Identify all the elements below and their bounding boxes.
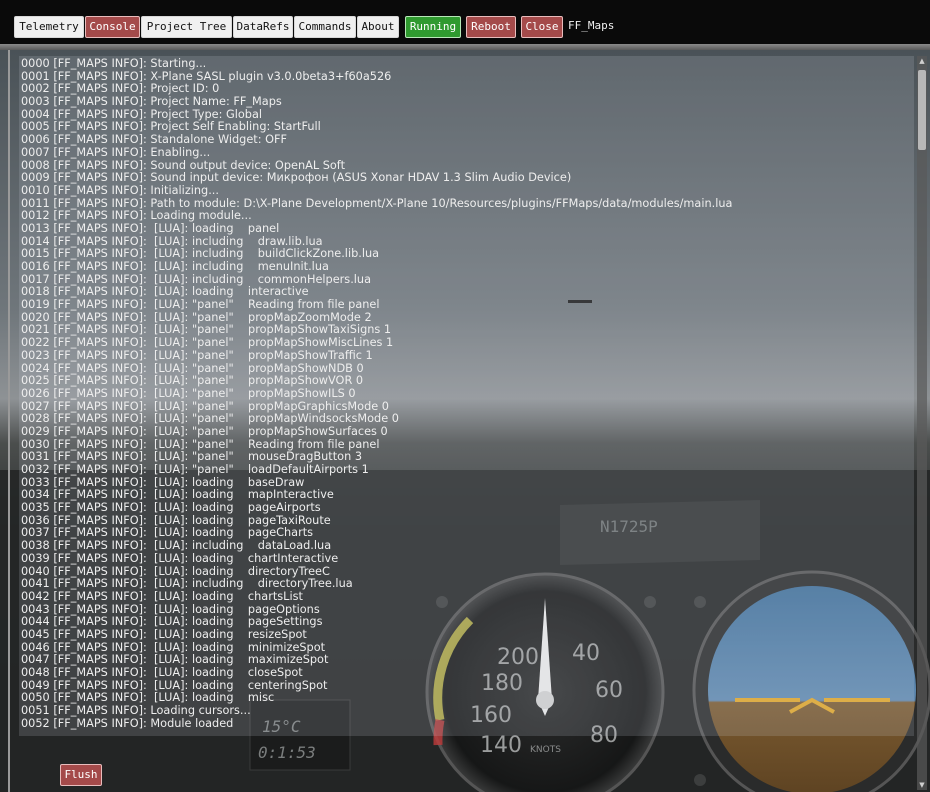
console-log-line: 0032 [FF_MAPS INFO]: [LUA]: "panel" load…	[21, 463, 369, 476]
console-scrollbar[interactable]: ▲ ▼	[917, 56, 927, 790]
console-log-line: 0013 [FF_MAPS INFO]: [LUA]: loading pane…	[21, 221, 280, 235]
scroll-up-arrow-icon[interactable]: ▲	[917, 56, 927, 66]
console-log-line: 0025 [FF_MAPS INFO]: [LUA]: "panel" prop…	[21, 374, 364, 388]
console-log-line: 0042 [FF_MAPS INFO]: [LUA]: loading char…	[21, 589, 303, 603]
console-log-line: 0016 [FF_MAPS INFO]: [LUA]: including me…	[21, 260, 329, 273]
tab-project-tree[interactable]: Project Tree	[141, 16, 232, 38]
plugin-name-label: FF_Maps	[568, 19, 615, 32]
console-log-line: 0007 [FF_MAPS INFO]: Enabling...	[21, 145, 211, 159]
console-log-line: 0041 [FF_MAPS INFO]: [LUA]: including di…	[21, 577, 353, 591]
console-log-line: 0006 [FF_MAPS INFO]: Standalone Widget: …	[21, 133, 288, 147]
console-log-line: 0039 [FF_MAPS INFO]: [LUA]: loading char…	[21, 551, 339, 565]
console-log-line: 0026 [FF_MAPS INFO]: [LUA]: "panel" prop…	[21, 386, 356, 400]
console-log-line: 0023 [FF_MAPS INFO]: [LUA]: "panel" prop…	[21, 348, 373, 362]
tab-console[interactable]: Console	[85, 16, 140, 38]
console-log-line: 0022 [FF_MAPS INFO]: [LUA]: "panel" prop…	[21, 336, 394, 350]
console-log-line: 0035 [FF_MAPS INFO]: [LUA]: loading page…	[21, 501, 321, 515]
scroll-thumb[interactable]	[918, 70, 926, 150]
console-log-line: 0029 [FF_MAPS INFO]: [LUA]: "panel" prop…	[21, 424, 388, 438]
console-log-line: 0019 [FF_MAPS INFO]: [LUA]: "panel" Read…	[21, 298, 380, 312]
close-button[interactable]: Close	[521, 16, 563, 38]
console-log-lines: 0000 [FF_MAPS INFO]: Starting... 0001 [FF…	[21, 57, 732, 730]
console-log-line: 0048 [FF_MAPS INFO]: [LUA]: loading clos…	[21, 666, 303, 679]
console-log-line: 0003 [FF_MAPS INFO]: Project Name: FF_Ma…	[21, 95, 282, 109]
tab-about[interactable]: About	[357, 16, 399, 38]
flush-button[interactable]: Flush	[60, 764, 102, 786]
scroll-down-arrow-icon[interactable]: ▼	[917, 780, 927, 790]
console-log-line: 0045 [FF_MAPS INFO]: [LUA]: loading resi…	[21, 627, 307, 641]
console-log-line: 0000 [FF_MAPS INFO]: Starting...	[21, 57, 207, 70]
tab-datarefs[interactable]: DataRefs	[233, 16, 293, 38]
console-log-line: 0051 [FF_MAPS INFO]: Loading cursors...	[21, 704, 251, 718]
console-log-panel[interactable]: 0000 [FF_MAPS INFO]: Starting... 0001 [FF…	[19, 56, 914, 736]
toolbar: Telemetry Console Project Tree DataRefs …	[0, 0, 930, 50]
tab-commands[interactable]: Commands	[294, 16, 356, 38]
console-log-line: 0052 [FF_MAPS INFO]: Module loaded	[21, 716, 234, 730]
console-log-line: 0038 [FF_MAPS INFO]: [LUA]: including da…	[21, 539, 332, 553]
reboot-button[interactable]: Reboot	[466, 16, 516, 38]
running-button[interactable]: Running	[405, 16, 461, 38]
tab-telemetry[interactable]: Telemetry	[14, 16, 84, 38]
console-log-line: 0009 [FF_MAPS INFO]: Sound input device:…	[21, 171, 572, 185]
console-log-line: 0010 [FF_MAPS INFO]: Initializing...	[21, 183, 219, 197]
